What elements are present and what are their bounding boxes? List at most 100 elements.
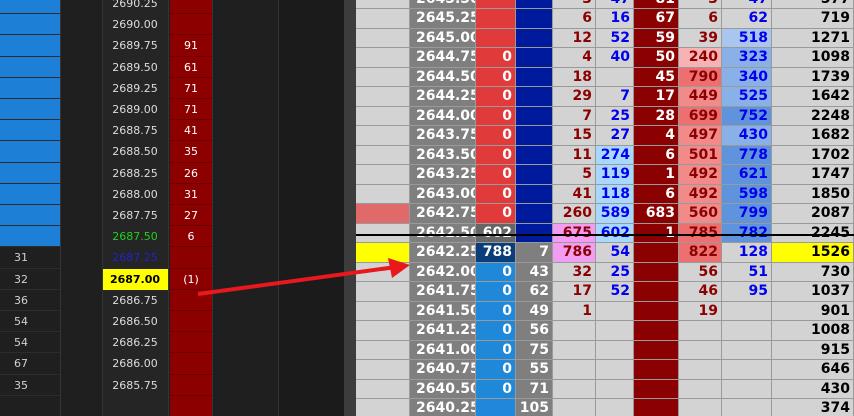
- left-ladder-row[interactable]: 2690.00: [0, 14, 344, 36]
- depth-ladder-row[interactable]: 2644.25 0 29 7 17 449 525 1642: [356, 87, 854, 107]
- ask-size-cell[interactable]: [516, 165, 553, 185]
- price-cell[interactable]: 2643.25: [410, 165, 476, 185]
- bid-size-cell[interactable]: 0: [476, 282, 516, 302]
- depth-ladder-row[interactable]: 2645.5034781347577: [356, 0, 854, 9]
- left-ladder-row[interactable]: 2689.50 61: [0, 56, 344, 78]
- bid-size-cell[interactable]: 0: [476, 340, 516, 360]
- price-cell[interactable]: 2644.00: [410, 106, 476, 126]
- left-ladder-row[interactable]: 2688.25 26: [0, 162, 344, 184]
- depth-ladder-row[interactable]: 2643.00 0 41 118 6 492 598 1850: [356, 184, 854, 204]
- price-cell[interactable]: 2688.50: [102, 141, 168, 163]
- ask-size-cell[interactable]: [516, 145, 553, 165]
- price-cell[interactable]: 2689.00: [102, 99, 168, 121]
- ask-size-cell[interactable]: [516, 67, 553, 87]
- price-cell[interactable]: [102, 395, 168, 416]
- price-cell[interactable]: 2644.25: [410, 87, 476, 107]
- price-cell[interactable]: 2689.75: [102, 35, 168, 57]
- left-ladder-row[interactable]: 2688.75 41: [0, 120, 344, 142]
- price-cell[interactable]: 2686.75: [102, 289, 168, 311]
- depth-ladder-row[interactable]: 2642.75 0 260 589 683 560 799 2087: [356, 204, 854, 224]
- left-ladder-row[interactable]: 54 2686.25: [0, 332, 344, 354]
- price-cell[interactable]: 2688.00: [102, 183, 168, 205]
- price-cell[interactable]: 2686.25: [102, 332, 168, 354]
- bid-size-cell[interactable]: 0: [476, 126, 516, 146]
- bid-size-cell[interactable]: 0: [476, 184, 516, 204]
- depth-ladder-row[interactable]: 2641.00 0 75 915: [356, 340, 854, 360]
- ask-size-cell[interactable]: [516, 28, 553, 48]
- depth-ladder-row[interactable]: 2642.25 788 7 786 54 822 128 1526: [356, 243, 854, 263]
- bid-size-cell[interactable]: 0: [476, 48, 516, 68]
- left-ladder-row[interactable]: 36 2686.75: [0, 289, 344, 311]
- ask-size-cell[interactable]: [516, 204, 553, 224]
- bid-size-cell[interactable]: 0: [476, 87, 516, 107]
- left-ladder-row[interactable]: 2688.00 31: [0, 183, 344, 205]
- left-ladder-row[interactable]: 32 2687.00 (1): [0, 268, 344, 290]
- left-ladder-row[interactable]: 54 2686.50: [0, 311, 344, 333]
- ask-size-cell[interactable]: [516, 0, 553, 9]
- ask-size-cell[interactable]: [516, 48, 553, 68]
- ask-size-cell[interactable]: [516, 184, 553, 204]
- price-cell[interactable]: 2642.00: [410, 262, 476, 282]
- price-cell[interactable]: 2686.00: [102, 353, 168, 375]
- price-cell[interactable]: 2644.75: [410, 48, 476, 68]
- left-ladder-row[interactable]: 2689.00 71: [0, 99, 344, 121]
- ask-size-cell[interactable]: 62: [516, 282, 553, 302]
- price-cell[interactable]: 2641.50: [410, 301, 476, 321]
- ask-size-cell[interactable]: 49: [516, 301, 553, 321]
- ask-size-cell[interactable]: 43: [516, 262, 553, 282]
- left-ladder-row[interactable]: 2688.50 35: [0, 141, 344, 163]
- bid-size-cell[interactable]: 0: [476, 145, 516, 165]
- bid-size-cell[interactable]: 788: [476, 243, 516, 263]
- left-ladder-row[interactable]: [0, 395, 344, 416]
- left-ladder-row[interactable]: 2687.75 27: [0, 205, 344, 227]
- price-cell[interactable]: 2645.50: [410, 0, 476, 9]
- ask-size-cell[interactable]: 7: [516, 243, 553, 263]
- depth-ladder-row[interactable]: 2645.25 6 16 67 6 62 719: [356, 9, 854, 29]
- price-cell[interactable]: 2645.25: [410, 9, 476, 29]
- ask-size-cell[interactable]: 75: [516, 340, 553, 360]
- price-cell[interactable]: 2643.75: [410, 126, 476, 146]
- price-cell[interactable]: 2640.75: [410, 360, 476, 380]
- depth-ladder-row[interactable]: 2642.00 0 43 32 25 56 51 730: [356, 262, 854, 282]
- depth-ladder-row[interactable]: 2645.00 12 52 59 39 518 1271: [356, 28, 854, 48]
- price-cell[interactable]: 2690.00: [102, 14, 168, 36]
- ask-size-cell[interactable]: [516, 126, 553, 146]
- left-ladder-row[interactable]: 67 2686.00: [0, 353, 344, 375]
- price-cell[interactable]: 2687.75: [102, 205, 168, 227]
- depth-ladder-row[interactable]: 2641.75 0 62 17 52 46 95 1037: [356, 282, 854, 302]
- bid-size-cell[interactable]: 0: [476, 262, 516, 282]
- bid-size-cell[interactable]: [476, 399, 516, 416]
- bid-size-cell[interactable]: [476, 9, 516, 29]
- price-cell[interactable]: 2686.50: [102, 311, 168, 333]
- depth-ladder-row[interactable]: 2641.25 0 56 1008: [356, 321, 854, 341]
- bid-size-cell[interactable]: 0: [476, 301, 516, 321]
- panel-divider[interactable]: [344, 0, 356, 416]
- price-cell[interactable]: 2641.00: [410, 340, 476, 360]
- price-cell[interactable]: 2642.75: [410, 204, 476, 224]
- ask-size-cell[interactable]: [516, 106, 553, 126]
- depth-ladder-row[interactable]: 2643.75 0 15 27 4 497 430 1682: [356, 126, 854, 146]
- depth-ladder-row[interactable]: 2641.50 0 49 1 19 901: [356, 301, 854, 321]
- left-ladder-row[interactable]: 2690.25: [0, 0, 344, 15]
- price-cell[interactable]: 2643.50: [410, 145, 476, 165]
- bid-size-cell[interactable]: [476, 28, 516, 48]
- depth-ladder-row[interactable]: 2643.50 0 11 274 6 501 778 1702: [356, 145, 854, 165]
- bid-size-cell[interactable]: 0: [476, 106, 516, 126]
- price-cell[interactable]: 2644.50: [410, 67, 476, 87]
- depth-ladder-row[interactable]: 2644.75 0 4 40 50 240 323 1098: [356, 48, 854, 68]
- bid-size-cell[interactable]: [476, 0, 516, 9]
- bid-size-cell[interactable]: 0: [476, 204, 516, 224]
- left-ladder-row[interactable]: 2689.25 71: [0, 77, 344, 99]
- price-cell[interactable]: 2643.00: [410, 184, 476, 204]
- price-cell[interactable]: 2689.50: [102, 56, 168, 78]
- ask-size-cell[interactable]: 55: [516, 360, 553, 380]
- left-ladder-row[interactable]: 2689.75 91: [0, 35, 344, 57]
- price-cell[interactable]: 2687.25: [102, 247, 168, 269]
- depth-ladder-row[interactable]: 2643.25 0 5 119 1 492 621 1747: [356, 165, 854, 185]
- ask-size-cell[interactable]: [516, 9, 553, 29]
- price-cell[interactable]: 2687.50: [102, 226, 168, 248]
- price-cell[interactable]: 2640.50: [410, 379, 476, 399]
- price-cell[interactable]: 2641.75: [410, 282, 476, 302]
- price-cell[interactable]: 2688.25: [102, 162, 168, 184]
- ask-size-cell[interactable]: 105: [516, 399, 553, 416]
